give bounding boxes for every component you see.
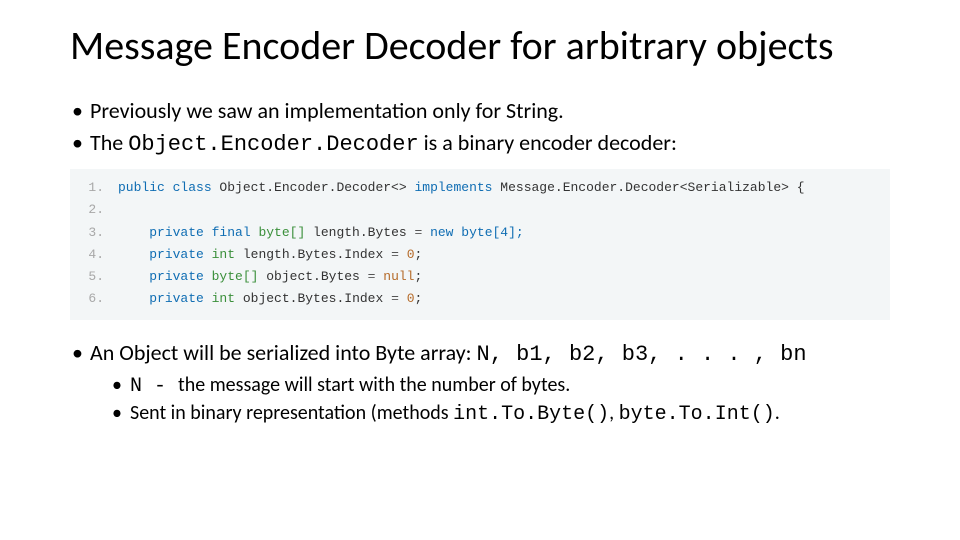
line-number: 4. [80, 244, 104, 266]
inline-code: N, b1, b2, b3, . . . , bn [477, 342, 807, 367]
slide-title: Message Encoder Decoder for arbitrary ob… [70, 24, 890, 68]
text: the message will start with the number o… [178, 373, 570, 397]
bullet-list: Previously we saw an implementation only… [70, 96, 890, 159]
code-text: ; [415, 291, 423, 306]
text: An Object will be serialized into Byte a… [90, 339, 477, 366]
code-op: = [391, 291, 399, 306]
sub-bullet-list: N - the message will start with the numb… [90, 372, 890, 428]
bullet-item: The Object.Encoder.Decoder is a binary e… [70, 128, 890, 160]
code-keyword: private [149, 247, 204, 262]
code-text: length.Bytes.Index [235, 247, 391, 262]
code-op: = [391, 247, 399, 262]
code-type: int [204, 247, 235, 262]
text: , [609, 401, 619, 425]
code-line: 5. private byte[] object.Bytes = null; [80, 266, 880, 288]
code-line: 6. private int object.Bytes.Index = 0; [80, 288, 880, 310]
sub-bullet-item: Sent in binary representation (methods i… [108, 400, 890, 428]
code-type: byte[] [204, 269, 259, 284]
bullet-list: An Object will be serialized into Byte a… [70, 338, 890, 428]
code-keyword: private [149, 291, 204, 306]
code-text: ; [414, 269, 422, 284]
code-block: 1. public class Object.Encoder.Decoder<>… [70, 169, 890, 320]
text: The [90, 129, 128, 156]
code-type: int [204, 291, 235, 306]
line-number: 1. [80, 177, 104, 199]
code-literal: 0 [399, 247, 415, 262]
code-literal: 0 [399, 291, 415, 306]
code-keyword: private final [149, 225, 250, 240]
code-line: 4. private int length.Bytes.Index = 0; [80, 244, 880, 266]
code-keyword: implements [414, 180, 492, 195]
code-text: Object.Encoder.Decoder<> [212, 180, 415, 195]
line-number: 2. [80, 199, 104, 221]
text: is a binary encoder decoder: [419, 129, 677, 156]
line-number: 6. [80, 288, 104, 310]
line-number: 3. [80, 222, 104, 244]
code-keyword: private [149, 269, 204, 284]
inline-code: N - [130, 375, 178, 398]
bullet-item: An Object will be serialized into Byte a… [70, 338, 890, 428]
code-text: ; [415, 247, 423, 262]
code-text: Message.Encoder.Decoder<Serializable> { [492, 180, 804, 195]
code-text: object.Bytes [258, 269, 367, 284]
text: Sent in binary representation (methods [130, 401, 453, 425]
inline-code: byte.To.Int() [619, 403, 775, 426]
inline-code: Object.Encoder.Decoder [128, 132, 418, 157]
inline-code: int.To.Byte() [453, 403, 609, 426]
code-line: 3. private final byte[] length.Bytes = n… [80, 222, 880, 244]
text: . [775, 401, 780, 425]
code-text: object.Bytes.Index [235, 291, 391, 306]
code-line: 1. public class Object.Encoder.Decoder<>… [80, 177, 880, 199]
code-text: new byte[4]; [422, 225, 523, 240]
code-type: byte[] [251, 225, 306, 240]
code-text: length.Bytes [305, 225, 414, 240]
line-number: 5. [80, 266, 104, 288]
code-literal: null [375, 269, 414, 284]
code-keyword: public class [118, 180, 212, 195]
bullet-item: Previously we saw an implementation only… [70, 96, 890, 126]
code-line: 2. [80, 199, 880, 221]
sub-bullet-item: N - the message will start with the numb… [108, 372, 890, 400]
